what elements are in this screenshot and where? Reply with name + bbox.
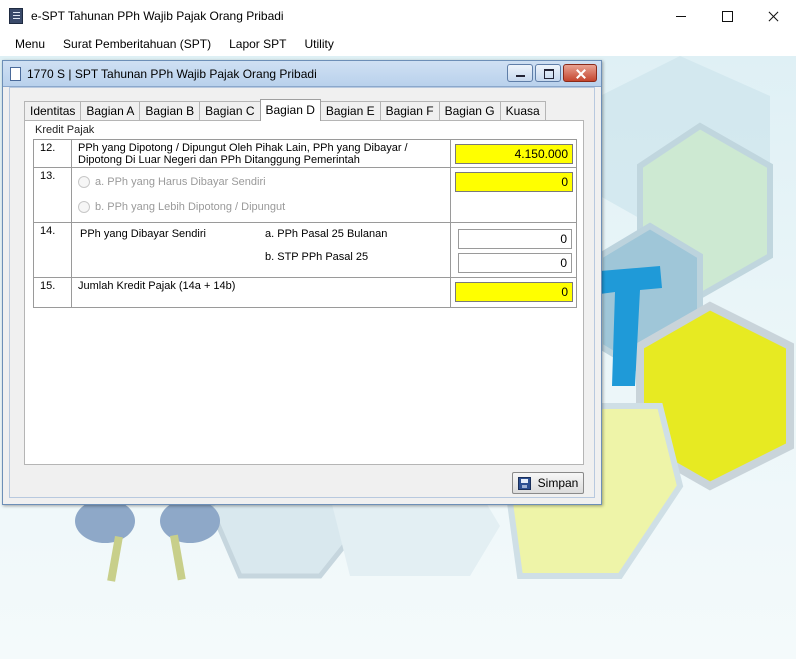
row-number: 12. xyxy=(34,140,72,167)
radio-option-b[interactable]: b. PPh yang Lebih Dipotong / Dipungut xyxy=(78,201,285,213)
row-number: 13. xyxy=(34,168,72,222)
dialog-maximize-button[interactable] xyxy=(535,64,561,82)
tab-identitas[interactable]: Identitas xyxy=(24,101,82,121)
app-icon xyxy=(9,8,23,24)
menu-bar: Menu Surat Pemberitahuan (SPT) Lapor SPT… xyxy=(0,32,796,56)
tab-bagian-b[interactable]: Bagian B xyxy=(139,101,201,121)
row-15-description: Jumlah Kredit Pajak (14a + 14b) xyxy=(78,280,236,292)
menu-item-menu[interactable]: Menu xyxy=(0,32,54,56)
table-row: 13. a. PPh yang Harus Dibayar Sendiri b.… xyxy=(34,168,576,223)
tab-bagian-e[interactable]: Bagian E xyxy=(319,101,381,121)
menu-item-spt[interactable]: Surat Pemberitahuan (SPT) xyxy=(54,32,220,56)
row-12-description: PPh yang Dipotong / Dipungut Oleh Pihak … xyxy=(78,142,408,166)
table-row: 14. PPh yang Dibayar Sendiri a. PPh Pasa… xyxy=(34,223,576,278)
spt-dialog: 1770 S | SPT Tahunan PPh Wajib Pajak Ora… xyxy=(2,60,602,505)
close-button[interactable] xyxy=(750,0,796,32)
menu-item-lapor-spt[interactable]: Lapor SPT xyxy=(220,32,295,56)
row-12-value-field[interactable]: 4.150.000 xyxy=(455,144,573,164)
dialog-body: Identitas Bagian A Bagian B Bagian C Bag… xyxy=(9,87,595,498)
save-button-label: Simpan xyxy=(537,476,579,490)
dialog-title: 1770 S | SPT Tahunan PPh Wajib Pajak Ora… xyxy=(27,66,317,81)
radio-option-a[interactable]: a. PPh yang Harus Dibayar Sendiri xyxy=(78,176,266,188)
floppy-disk-icon xyxy=(517,476,531,490)
maximize-button[interactable] xyxy=(704,0,750,32)
minimize-button[interactable] xyxy=(658,0,704,32)
row-15-value-field[interactable]: 0 xyxy=(455,282,573,302)
row-14-description: PPh yang Dibayar Sendiri xyxy=(80,228,206,240)
tab-bagian-d[interactable]: Bagian D xyxy=(259,99,321,121)
dialog-minimize-button[interactable] xyxy=(507,64,533,82)
menu-item-utility[interactable]: Utility xyxy=(295,32,342,56)
tab-bagian-c[interactable]: Bagian C xyxy=(199,101,261,121)
tab-kuasa[interactable]: Kuasa xyxy=(499,101,546,121)
radio-option-a-label: a. PPh yang Harus Dibayar Sendiri xyxy=(95,176,266,188)
tab-bagian-f[interactable]: Bagian F xyxy=(379,101,440,121)
dialog-titlebar: 1770 S | SPT Tahunan PPh Wajib Pajak Ora… xyxy=(3,61,601,87)
table-row: 12. PPh yang Dipotong / Dipungut Oleh Pi… xyxy=(34,140,576,168)
radio-circle-icon xyxy=(78,201,90,213)
radio-option-b-label: b. PPh yang Lebih Dipotong / Dipungut xyxy=(95,201,286,213)
app-title: e-SPT Tahunan PPh Wajib Pajak Orang Prib… xyxy=(31,9,284,23)
tab-panel-bagian-d: Kredit Pajak 12. PPh yang Dipotong / Dip… xyxy=(24,120,584,465)
row-14a-value-field[interactable]: 0 xyxy=(458,229,572,249)
kredit-pajak-table: 12. PPh yang Dipotong / Dipungut Oleh Pi… xyxy=(33,139,577,308)
table-row: 15. Jumlah Kredit Pajak (14a + 14b) 0 xyxy=(34,278,576,307)
radio-circle-icon xyxy=(78,176,90,188)
row-14b-value-field[interactable]: 0 xyxy=(458,253,572,273)
row-description: PPh yang Dipotong / Dipungut Oleh Pihak … xyxy=(72,140,451,167)
row-14a-label: a. PPh Pasal 25 Bulanan xyxy=(265,228,388,240)
main-titlebar: e-SPT Tahunan PPh Wajib Pajak Orang Prib… xyxy=(0,0,796,32)
document-icon xyxy=(10,66,21,81)
tab-strip: Identitas Bagian A Bagian B Bagian C Bag… xyxy=(24,99,546,121)
section-label: Kredit Pajak xyxy=(35,124,95,136)
tab-bagian-g[interactable]: Bagian G xyxy=(438,101,501,121)
row-14b-label: b. STP PPh Pasal 25 xyxy=(265,251,369,263)
row-13-value-field[interactable]: 0 xyxy=(455,172,573,192)
tab-bagian-a[interactable]: Bagian A xyxy=(80,101,141,121)
row-number: 15. xyxy=(34,278,72,307)
dialog-close-button[interactable] xyxy=(563,64,597,82)
save-button[interactable]: Simpan xyxy=(512,472,584,494)
row-number: 14. xyxy=(34,223,72,277)
